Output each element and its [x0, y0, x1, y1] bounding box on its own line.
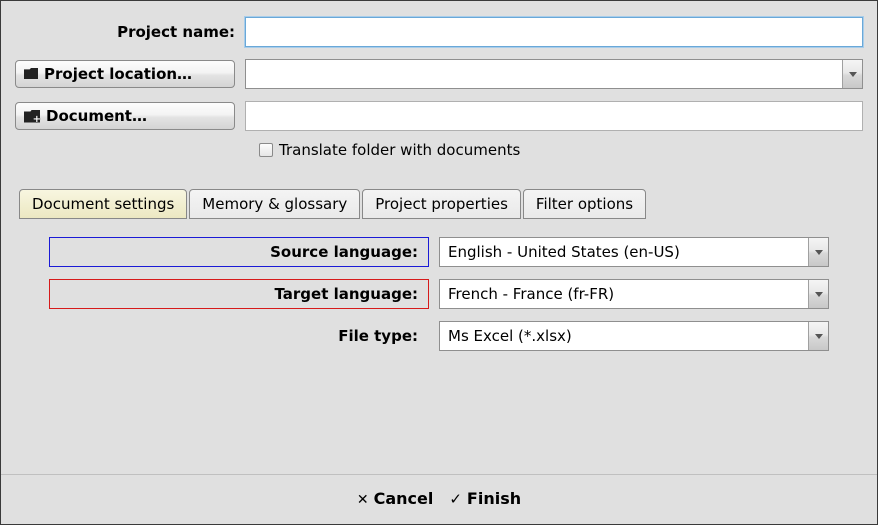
- project-location-value: [246, 60, 842, 88]
- project-name-input[interactable]: [245, 17, 863, 47]
- document-button[interactable]: Document…: [15, 102, 235, 130]
- row-file-type: File type: Ms Excel (*.xlsx): [49, 321, 829, 351]
- cancel-button[interactable]: Cancel: [357, 489, 433, 508]
- chevron-down-icon: [815, 292, 823, 297]
- row-project-location: Project location…: [15, 59, 863, 89]
- document-settings-panel: Source language: English - United States…: [15, 237, 863, 351]
- project-location-combo[interactable]: [245, 59, 863, 89]
- cancel-label: Cancel: [374, 489, 434, 508]
- project-location-button[interactable]: Project location…: [15, 60, 235, 88]
- source-language-dropdown-button[interactable]: [808, 238, 828, 266]
- file-type-dropdown-button[interactable]: [808, 322, 828, 350]
- row-project-name: Project name:: [15, 17, 863, 47]
- check-icon: [449, 489, 462, 508]
- chevron-down-icon: [815, 250, 823, 255]
- project-name-label: Project name:: [15, 23, 245, 41]
- project-location-dropdown-button[interactable]: [842, 60, 862, 88]
- row-source-language: Source language: English - United States…: [49, 237, 829, 267]
- row-document: Document…: [15, 101, 863, 131]
- chevron-down-icon: [849, 72, 857, 77]
- form-area: Project name: Project location… Docum: [1, 1, 877, 363]
- chevron-down-icon: [815, 334, 823, 339]
- translate-folder-row: Translate folder with documents: [259, 141, 863, 159]
- target-language-label: Target language:: [49, 279, 429, 309]
- file-type-value: Ms Excel (*.xlsx): [440, 322, 808, 350]
- file-type-label: File type:: [49, 321, 429, 351]
- tabs: Document settings Memory & glossary Proj…: [15, 189, 863, 219]
- tab-project-properties[interactable]: Project properties: [362, 189, 521, 219]
- file-type-combo[interactable]: Ms Excel (*.xlsx): [439, 321, 829, 351]
- source-language-combo[interactable]: English - United States (en-US): [439, 237, 829, 267]
- target-language-combo[interactable]: French - France (fr-FR): [439, 279, 829, 309]
- finish-button[interactable]: Finish: [449, 489, 521, 508]
- document-button-label: Document…: [46, 107, 147, 125]
- source-language-label: Source language:: [49, 237, 429, 267]
- folder-icon: [24, 65, 40, 83]
- source-language-value: English - United States (en-US): [440, 238, 808, 266]
- translate-folder-label: Translate folder with documents: [279, 141, 520, 159]
- project-location-button-label: Project location…: [44, 65, 192, 83]
- target-language-value: French - France (fr-FR): [440, 280, 808, 308]
- tab-memory-glossary[interactable]: Memory & glossary: [189, 189, 360, 219]
- finish-label: Finish: [467, 489, 521, 508]
- folder-plus-icon: [24, 110, 40, 123]
- footer: Cancel Finish: [1, 474, 877, 524]
- row-target-language: Target language: French - France (fr-FR): [49, 279, 829, 309]
- document-input[interactable]: [245, 101, 863, 131]
- tab-filter-options[interactable]: Filter options: [523, 189, 646, 219]
- translate-folder-checkbox[interactable]: [259, 143, 273, 157]
- tab-document-settings[interactable]: Document settings: [19, 189, 187, 219]
- target-language-dropdown-button[interactable]: [808, 280, 828, 308]
- close-icon: [357, 489, 369, 508]
